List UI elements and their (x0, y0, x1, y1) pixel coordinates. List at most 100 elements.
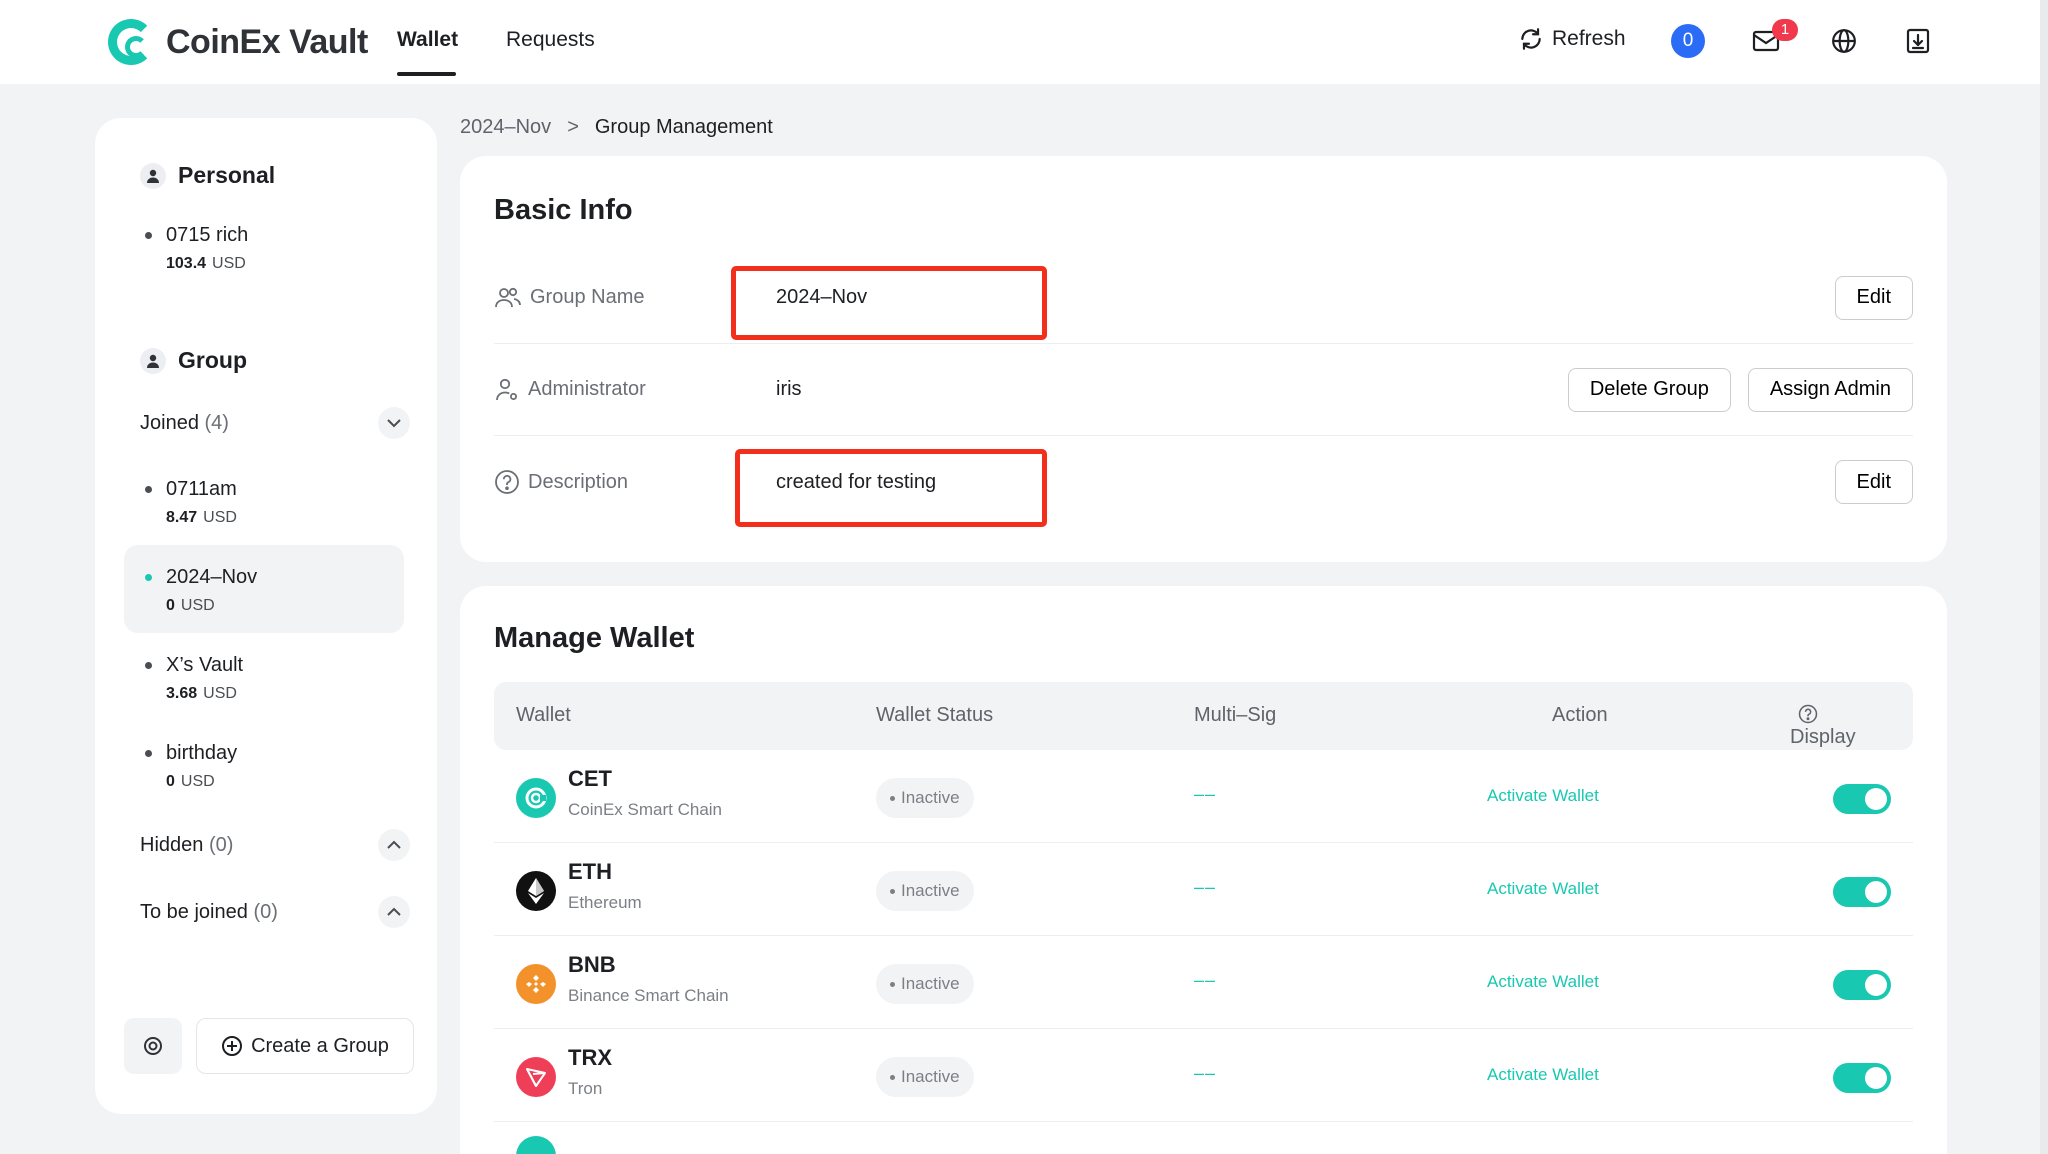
wallet-row: CET CoinEx Smart Chain Inactive –– Activ… (494, 750, 1913, 843)
coin-chain: Binance Smart Chain (568, 986, 729, 1005)
account-amount: 8.47 (166, 509, 198, 526)
col-display-label: Display (1790, 726, 1856, 748)
wallet-row: TRX Tron Inactive –– Activate Wallet (494, 1029, 1913, 1122)
hidden-toggle[interactable]: Hidden (0) (140, 829, 410, 861)
activate-wallet-link[interactable]: Activate Wallet (1487, 1065, 1599, 1085)
to-be-joined-label: To be joined (140, 900, 248, 923)
display-toggle[interactable] (1833, 877, 1891, 907)
admin-icon (496, 378, 517, 400)
to-be-joined-toggle[interactable]: To be joined (0) (140, 896, 410, 928)
account-name: 2024–Nov (145, 566, 257, 589)
logo[interactable]: CoinEx Vault (108, 18, 368, 66)
administrator-value: iris (776, 378, 802, 400)
chevron-down-icon[interactable] (378, 407, 410, 439)
group-account-item-selected[interactable]: 2024–Nov 0 USD (145, 566, 257, 615)
joined-count: (4) (204, 411, 229, 434)
group-account-item[interactable]: X’s Vault 3.68 USD (145, 654, 243, 703)
status-badge: Inactive (876, 1057, 974, 1097)
mail-count-badge: 1 (1772, 19, 1798, 41)
description-label: Description (528, 470, 629, 493)
settings-button[interactable] (124, 1018, 182, 1074)
manage-wallet-card: Manage Wallet Wallet Wallet Status Multi… (460, 586, 1947, 1154)
display-toggle[interactable] (1833, 1063, 1891, 1093)
multi-sig-value: –– (1194, 877, 1217, 897)
bnb-icon (516, 964, 556, 1004)
delete-group-button[interactable]: Delete Group (1567, 367, 1731, 412)
description-row: Description created for testing Edit (494, 436, 1913, 528)
group-account-item[interactable]: birthday 0 USD (145, 742, 237, 791)
description-highlight-box (735, 449, 1047, 527)
create-group-label: Create a Group (251, 1034, 389, 1057)
group-title: Group (178, 347, 247, 373)
refresh-icon (1521, 28, 1541, 50)
account-name: 0711am (145, 478, 237, 501)
account-amount: 103.4 (166, 255, 207, 272)
group-name-row: Group Name 2024–Nov Edit (494, 252, 1913, 344)
display-toggle[interactable] (1833, 784, 1891, 814)
wallet-row: BNB Binance Smart Chain Inactive –– Acti… (494, 936, 1913, 1029)
refresh-label: Refresh (1552, 27, 1626, 50)
group-name-highlight-box (731, 266, 1047, 340)
page-scrollbar[interactable] (2040, 0, 2048, 1154)
account-name: birthday (145, 742, 237, 765)
joined-toggle[interactable]: Joined (4) (140, 407, 410, 439)
account-unit: USD (203, 685, 237, 702)
create-group-button[interactable]: Create a Group (196, 1018, 414, 1074)
group-user-icon (140, 347, 166, 374)
status-badge: Inactive (876, 964, 974, 1004)
breadcrumb-current: Group Management (594, 116, 773, 138)
account-unit: USD (203, 509, 237, 526)
eth-icon (516, 871, 556, 911)
personal-account-item[interactable]: 0715 rich 103.4 USD (145, 224, 248, 273)
personal-title: Personal (178, 162, 276, 188)
download-icon (1906, 28, 1930, 54)
language-button[interactable] (1828, 25, 1860, 57)
multi-sig-value: –– (1194, 970, 1217, 990)
to-be-joined-count: (0) (253, 900, 278, 923)
col-wallet-status: Wallet Status (876, 704, 994, 726)
coinex-logo-icon (108, 19, 154, 65)
multi-sig-value: –– (1194, 784, 1217, 804)
refresh-button[interactable]: Refresh (1518, 26, 1626, 52)
chevron-up-icon[interactable] (378, 896, 410, 928)
next-coin-icon (516, 1136, 556, 1154)
activate-wallet-link[interactable]: Activate Wallet (1487, 786, 1599, 806)
assign-admin-button[interactable]: Assign Admin (1747, 367, 1913, 412)
brand-name: CoinEx Vault (166, 22, 368, 61)
activate-wallet-link[interactable]: Activate Wallet (1487, 972, 1599, 992)
tab-active-indicator (397, 72, 456, 76)
manage-wallet-title: Manage Wallet (494, 622, 695, 654)
group-icon (495, 287, 521, 307)
chevron-up-icon[interactable] (378, 829, 410, 861)
coin-symbol: TRX (568, 1045, 612, 1070)
coin-symbol: ETH (568, 859, 612, 884)
personal-section-header: Personal (140, 162, 275, 189)
wallet-row: ETH Ethereum Inactive –– Activate Wallet (494, 843, 1913, 936)
col-multi-sig: Multi–Sig (1194, 704, 1277, 726)
administrator-row: Administrator iris Delete Group Assign A… (494, 344, 1913, 436)
plus-circle-icon (222, 1036, 243, 1056)
breadcrumb-parent[interactable]: 2024–Nov (460, 116, 551, 139)
edit-group-name-button[interactable]: Edit (1834, 275, 1913, 320)
coin-chain: CoinEx Smart Chain (568, 800, 723, 819)
administrator-label: Administrator (528, 378, 646, 400)
pending-count-badge[interactable]: 0 (1671, 24, 1705, 58)
download-button[interactable] (1902, 25, 1934, 57)
group-account-item[interactable]: 0711am 8.47 USD (145, 478, 237, 527)
col-wallet: Wallet (516, 704, 571, 726)
help-icon[interactable] (1798, 704, 1818, 724)
display-toggle[interactable] (1833, 970, 1891, 1000)
edit-description-button[interactable]: Edit (1834, 460, 1913, 504)
account-unit: USD (180, 597, 215, 614)
account-name: X’s Vault (145, 654, 243, 677)
breadcrumb-separator: > (567, 116, 579, 138)
account-amount: 0 (166, 773, 175, 790)
hidden-count: (0) (208, 833, 234, 856)
activate-wallet-link[interactable]: Activate Wallet (1487, 879, 1599, 899)
group-section-header: Group (140, 347, 247, 374)
coin-symbol: CET (568, 766, 612, 791)
tab-wallet[interactable]: Wallet (397, 28, 458, 52)
tab-requests[interactable]: Requests (506, 28, 595, 52)
coin-symbol: BNB (568, 952, 616, 977)
account-unit: USD (212, 255, 246, 272)
